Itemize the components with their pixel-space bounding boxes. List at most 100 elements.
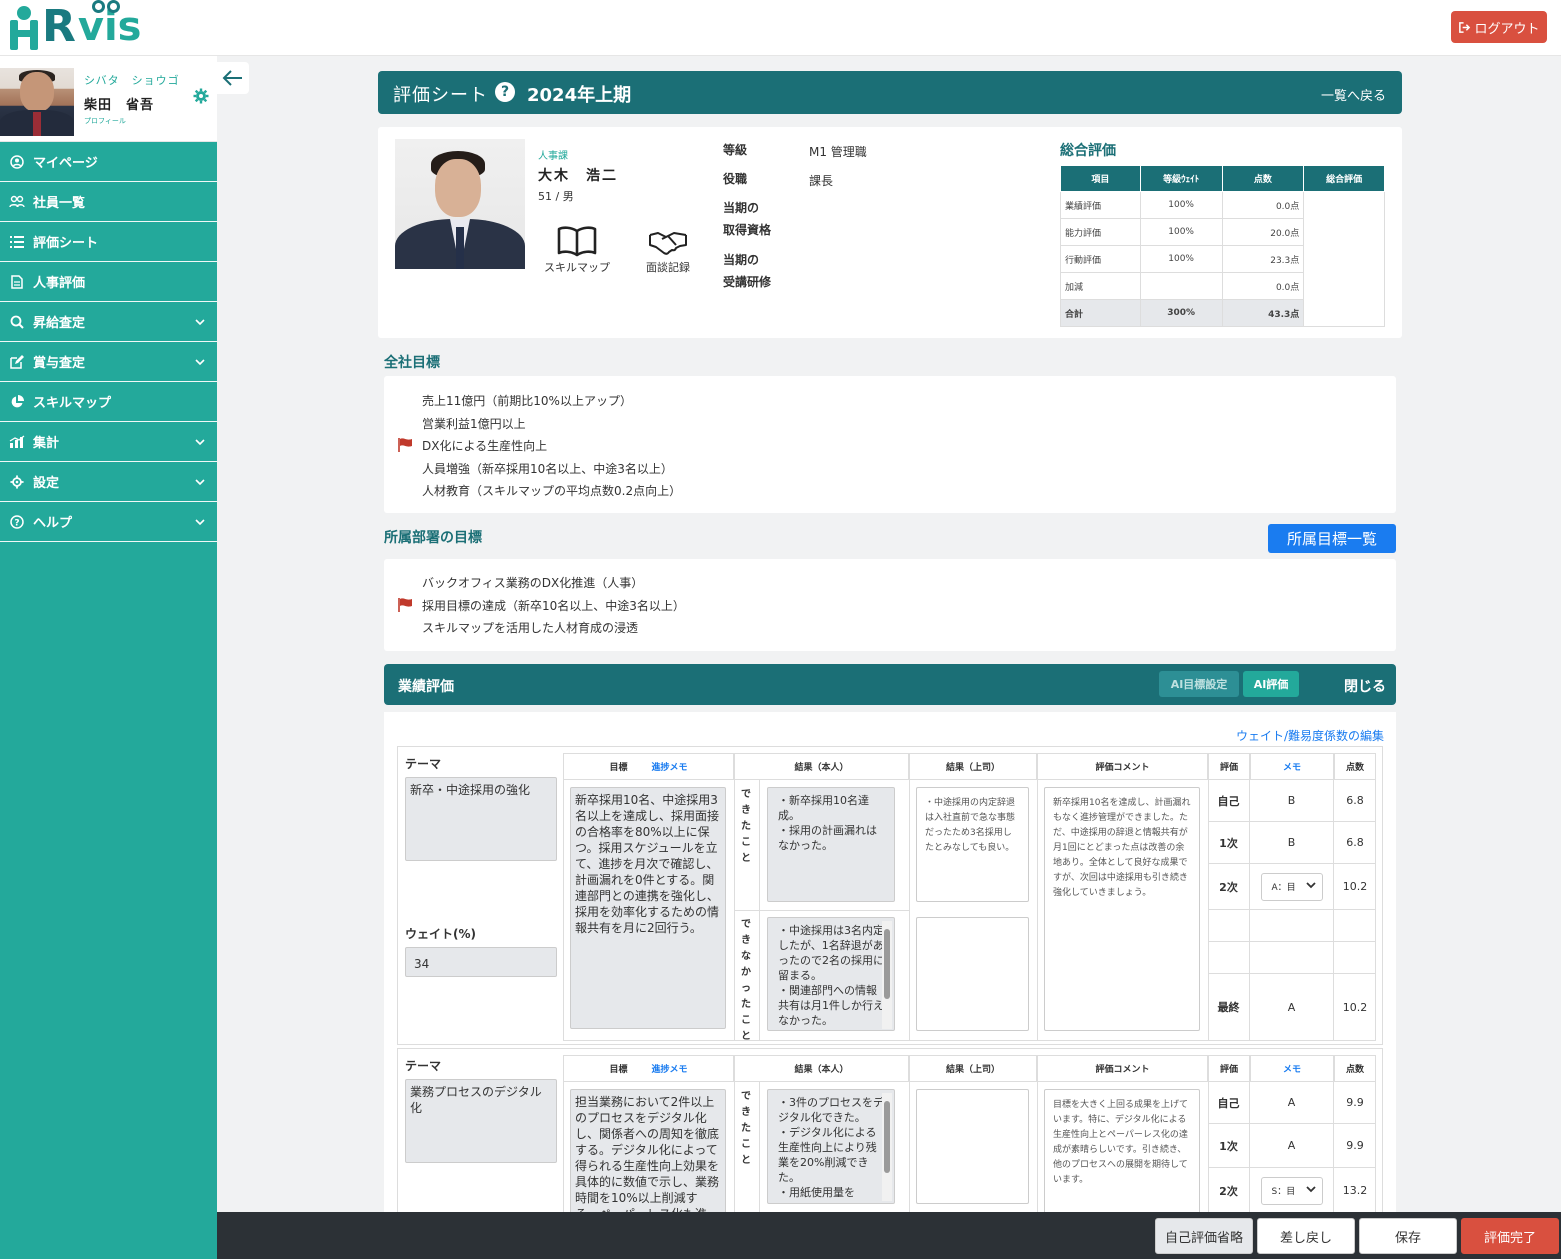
sidebar-item-label: マイページ bbox=[33, 156, 98, 171]
scrollbar[interactable] bbox=[882, 921, 892, 1029]
edit-weight-link[interactable]: ウェイト/難易度係数の編集 bbox=[1236, 727, 1384, 744]
score-row: 自己 B 6.8 bbox=[1208, 780, 1376, 822]
progress-memo-link[interactable]: 進捗メモ bbox=[652, 1062, 688, 1075]
app-logo[interactable]: R vis bbox=[10, 0, 141, 50]
help-icon: ? bbox=[9, 514, 25, 530]
memo-header-link[interactable]: メモ bbox=[1250, 753, 1334, 780]
sidebar-item-9[interactable]: ? ヘルプ bbox=[0, 502, 217, 542]
weight-field[interactable]: 34 bbox=[405, 947, 557, 977]
done-boss-field[interactable] bbox=[916, 1089, 1029, 1204]
sidebar-item-label: 昇給査定 bbox=[33, 316, 86, 331]
chevron-down-icon bbox=[195, 436, 205, 446]
search-icon bbox=[9, 314, 25, 330]
page-title: 評価シート bbox=[393, 85, 488, 106]
sidebar-item-5[interactable]: 賞与査定 bbox=[0, 342, 217, 382]
sidebar-item-label: 人事評価 bbox=[33, 276, 86, 291]
goal-item: 人員増強（新卒採用10名以上、中途3名以上） bbox=[422, 461, 673, 476]
comment-field[interactable]: 新卒採用10名を達成し、計画漏れもなく進捗管理ができました。ただ、中途採用の辞退… bbox=[1044, 787, 1200, 1031]
theme-label: テーマ bbox=[405, 757, 442, 771]
theme-field[interactable]: 業務プロセスのデジタル化 bbox=[405, 1079, 557, 1163]
not-done-boss-field[interactable] bbox=[916, 917, 1029, 1031]
score-row bbox=[1208, 910, 1376, 942]
sidebar-item-2[interactable]: 評価シート bbox=[0, 222, 217, 262]
sidebar-item-1[interactable]: 社員一覧 bbox=[0, 182, 217, 222]
profile-card: シバタ ショウゴ 柴田 省吾 プロフィール bbox=[0, 56, 217, 142]
book-icon bbox=[557, 226, 597, 257]
sidebar-item-label: 集計 bbox=[33, 436, 60, 451]
skip-self-eval-button[interactable]: 自己評価省略 bbox=[1155, 1218, 1253, 1254]
position-value: 課長 bbox=[809, 174, 834, 188]
company-goals-title: 全社目標 bbox=[384, 355, 440, 371]
interview-record-button[interactable]: 面談記録 bbox=[628, 225, 708, 275]
done-self-field[interactable]: ・新卒採用10名達成。 ・採用の計画漏れはなかった。 bbox=[767, 787, 895, 902]
sidebar-item-label: スキルマップ bbox=[33, 396, 112, 411]
grade-value: M1 管理職 bbox=[809, 145, 867, 159]
evaluation-block-1: テーマ 新卒・中途採用の強化 ウェイト(%) 34 目標 進捗メモ 結果（本人） … bbox=[397, 746, 1383, 1045]
goal-header: 目標 進捗メモ bbox=[563, 1055, 734, 1082]
not-done-self-field[interactable]: ・中途採用は3名内定したが、1名辞退があったので2名の採用に留まる。 ・関連部門… bbox=[767, 917, 895, 1031]
done-label: できたこと bbox=[741, 789, 751, 864]
logout-button[interactable]: ログアウト bbox=[1451, 11, 1547, 43]
done-label: できたこと bbox=[741, 1091, 751, 1166]
score-row: 自己 A 9.9 bbox=[1208, 1082, 1376, 1124]
sidebar-item-label: 設定 bbox=[33, 476, 60, 491]
table-row: 業績評価 100% 0.0点 bbox=[1060, 191, 1385, 327]
total-eval-table: 項目 等級ｳｪｲﾄ 点数 総合評価 業績評価 100% 0.0点 能力評価 10… bbox=[1060, 165, 1385, 327]
sidebar-item-8[interactable]: 設定 bbox=[0, 462, 217, 502]
users-icon bbox=[9, 194, 25, 210]
progress-memo-link[interactable]: 進捗メモ bbox=[652, 760, 688, 773]
grade-label: 等級 bbox=[723, 143, 748, 157]
ai-evaluation-button[interactable]: AI評価 bbox=[1243, 671, 1299, 697]
chart-icon bbox=[9, 434, 25, 450]
profile-kana: シバタ ショウゴ bbox=[84, 74, 180, 87]
eval-select[interactable]: A：目 bbox=[1260, 872, 1323, 901]
sidebar-menu: マイページ社員一覧評価シート人事評価昇給査定賞与査定スキルマップ 集計設定 ? ヘルプ bbox=[0, 142, 217, 542]
ai-goal-setting-button[interactable]: AI目標設定 bbox=[1159, 671, 1239, 697]
scrollbar[interactable] bbox=[882, 1093, 892, 1201]
flag-icon bbox=[398, 597, 414, 612]
help-icon[interactable]: ? bbox=[495, 82, 515, 102]
sidebar-item-3[interactable]: 人事評価 bbox=[0, 262, 217, 302]
user-circle-icon bbox=[9, 154, 25, 170]
done-boss-field[interactable]: ・中途採用の内定辞退は入社直前で急な事態だったため3名採用したとみなしても良い。 bbox=[916, 787, 1029, 902]
skillmap-button[interactable]: スキルマップ bbox=[537, 225, 617, 275]
back-to-list-link[interactable]: 一覧へ戻る bbox=[1321, 85, 1386, 104]
eval-select[interactable]: S：目 bbox=[1260, 1176, 1323, 1205]
gear-icon[interactable] bbox=[193, 88, 209, 104]
score-row bbox=[1208, 942, 1376, 974]
sidebar-item-0[interactable]: マイページ bbox=[0, 142, 217, 182]
svg-text:?: ? bbox=[14, 518, 19, 528]
complete-eval-button[interactable]: 評価完了 bbox=[1461, 1218, 1559, 1254]
goal-item: 採用目標の達成（新卒10名以上、中途3名以上） bbox=[422, 598, 685, 613]
not-done-label: できなかったこと bbox=[741, 919, 751, 1042]
sidebar-collapse-button[interactable] bbox=[217, 62, 249, 94]
goal-item: DX化による生産性向上 bbox=[422, 439, 548, 453]
sidebar-item-6[interactable]: スキルマップ bbox=[0, 382, 217, 422]
page-period: 2024年上期 bbox=[527, 85, 632, 106]
chevron-down-icon bbox=[195, 516, 205, 526]
goal-field[interactable]: 新卒採用10名、中途採用3名以上を達成し、採用面接の合格率を80%以上に保つ。採… bbox=[570, 787, 726, 1029]
edit-icon bbox=[9, 354, 25, 370]
save-button[interactable]: 保存 bbox=[1359, 1218, 1457, 1254]
sidebar-item-7[interactable]: 集計 bbox=[0, 422, 217, 462]
handshake-icon bbox=[649, 232, 687, 255]
theme-label: テーマ bbox=[405, 1059, 442, 1073]
close-section-link[interactable]: 閉じる bbox=[1344, 676, 1386, 696]
memo-header-link[interactable]: メモ bbox=[1250, 1055, 1334, 1082]
send-back-button[interactable]: 差し戻し bbox=[1257, 1218, 1355, 1254]
theme-field[interactable]: 新卒・中途採用の強化 bbox=[405, 777, 557, 861]
sidebar-item-4[interactable]: 昇給査定 bbox=[0, 302, 217, 342]
sidebar-item-label: 社員一覧 bbox=[33, 196, 86, 211]
dept-goals-list-button[interactable]: 所属目標一覧 bbox=[1268, 524, 1396, 553]
chevron-down-icon bbox=[195, 476, 205, 486]
score-row: 最終 A 10.2 bbox=[1208, 974, 1376, 1041]
page-header: 評価シート ? 2024年上期 一覧へ戻る bbox=[378, 71, 1402, 114]
top-bar: R vis ログアウト bbox=[0, 0, 1561, 56]
done-self-field[interactable]: ・3件のプロセスをデジタル化できた。 ・デジタル化による生産性向上により残業を2… bbox=[767, 1089, 895, 1204]
profile-link[interactable]: プロフィール bbox=[84, 116, 126, 126]
logout-icon bbox=[1459, 21, 1471, 33]
profile-name: 柴田 省吾 bbox=[84, 98, 155, 113]
score-row: 1次 A 9.9 bbox=[1208, 1124, 1376, 1168]
performance-title: 業績評価 bbox=[398, 679, 454, 695]
avatar[interactable] bbox=[0, 68, 74, 136]
